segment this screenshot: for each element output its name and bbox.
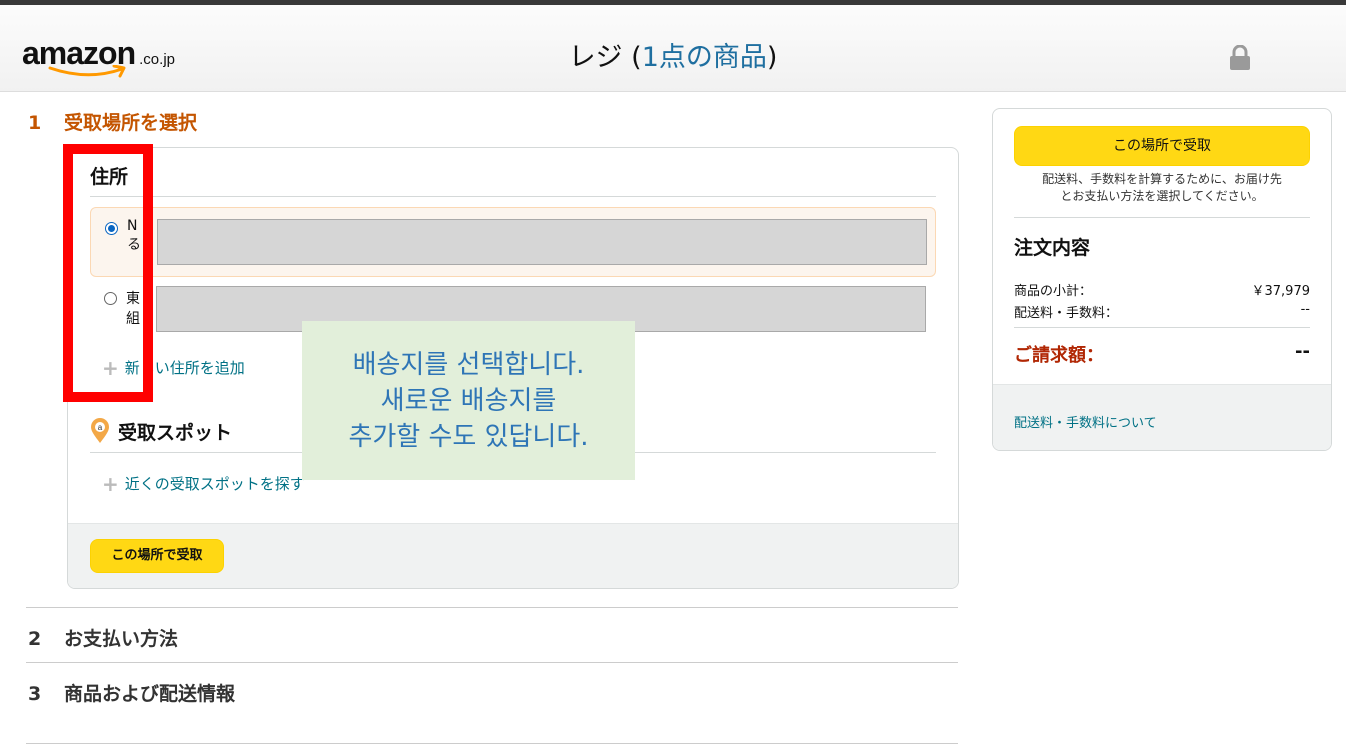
shipping-value: -- (1300, 302, 1310, 317)
use-this-address-button-summary[interactable]: この場所で受取 (1014, 126, 1310, 166)
shipping-row: 配送料・手数料： -- (1014, 302, 1310, 321)
section-divider (26, 743, 958, 744)
svg-text:a: a (98, 423, 103, 432)
use-this-address-button[interactable]: この場所で受取 (90, 539, 224, 573)
order-summary-panel: この場所で受取 配送料、手数料を計算するために、お届け先 とお支払い方法を選択し… (992, 108, 1332, 451)
divider (90, 196, 936, 197)
order-total-row: ご請求額： -- (1014, 341, 1310, 366)
find-pickup-spot-link[interactable]: + 近くの受取スポットを探す (102, 472, 305, 496)
page-title: レジ (1点の商品) (568, 42, 778, 73)
panel-footer: この場所で受取 (68, 523, 958, 588)
summary-footer: 配送料・手数料について (993, 384, 1331, 450)
red-highlight-frame (63, 144, 153, 402)
annotation-callout: 배송지를 선택합니다. 새로운 배송지를 추가할 수도 있답니다. (302, 321, 635, 480)
divider (1014, 327, 1310, 328)
pickup-pin-icon: a (91, 418, 109, 443)
step-select-address: 1 受取場所を選択 (28, 112, 198, 134)
step-items-shipping: 3 商品および配送情報 (28, 683, 236, 705)
subtotal-row: 商品の小計： ￥37,979 (1014, 280, 1310, 299)
checkout-header: amazon .co.jp レジ (1点の商品) (0, 5, 1346, 92)
address-option-1[interactable]: Nる す (90, 207, 936, 277)
pickup-heading: 受取スポット (118, 422, 233, 444)
plus-icon: + (102, 472, 119, 496)
step-payment-method: 2 お支払い方法 (28, 628, 179, 650)
order-summary-title: 注文内容 (1014, 237, 1091, 259)
section-divider (26, 607, 958, 608)
order-total-value: -- (1295, 341, 1310, 362)
shipping-fees-info-link[interactable]: 配送料・手数料について (1014, 412, 1157, 431)
lock-icon (1230, 45, 1250, 70)
subtotal-value: ￥37,979 (1251, 284, 1311, 299)
section-divider (26, 662, 958, 663)
divider (1014, 217, 1310, 218)
summary-note: 配送料、手数料を計算するために、お届け先 とお支払い方法を選択してください。 (1042, 172, 1282, 203)
redacted-address (157, 219, 927, 265)
item-count-link[interactable]: 1点の商品 (642, 42, 767, 73)
